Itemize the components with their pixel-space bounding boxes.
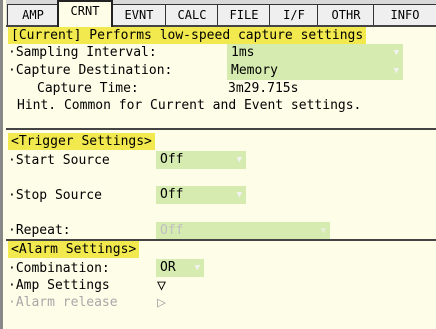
tab-amp[interactable]: AMP	[7, 4, 59, 25]
sampling-interval-select[interactable]: 1ms ▼	[227, 44, 403, 62]
capture-time-value: 3m29.715s	[228, 81, 299, 96]
dropdown-arrow-icon: ▼	[194, 263, 200, 273]
stop-source-label: ·Stop Source	[8, 188, 102, 203]
capture-time-label: Capture Time:	[37, 81, 139, 96]
start-source-select[interactable]: Off ▼	[156, 151, 246, 169]
dropdown-arrow-icon: ▼	[236, 190, 242, 200]
combination-value: OR	[160, 260, 176, 275]
stop-source-select[interactable]: Off ▼	[156, 186, 246, 204]
dropdown-arrow-icon: ▼	[393, 66, 399, 76]
tab-crnt[interactable]: CRNT	[57, 0, 113, 27]
hint-text: Hint. Common for Current and Event setti…	[17, 98, 362, 113]
sampling-interval-label: ·Sampling Interval:	[8, 45, 157, 60]
tab-bar: AMP CRNT EVNT CALC FILE I/F OTHR INFO	[6, 0, 436, 27]
triangle-down-icon[interactable]: ▽	[157, 278, 166, 293]
repeat-value: Off	[160, 223, 184, 238]
amp-settings-label: ·Amp Settings	[8, 278, 110, 293]
repeat-label: ·Repeat:	[8, 223, 71, 238]
dropdown-arrow-icon: ▼	[320, 226, 326, 236]
combination-select[interactable]: OR ▼	[156, 259, 204, 277]
repeat-select[interactable]: Off ▼	[156, 222, 330, 240]
dropdown-arrow-icon: ▼	[236, 155, 242, 165]
section-divider	[6, 128, 436, 130]
capture-destination-label: ·Capture Destination:	[8, 63, 173, 78]
dropdown-arrow-icon: ▼	[393, 48, 399, 58]
trigger-heading: <Trigger Settings>	[8, 133, 155, 150]
triangle-right-icon[interactable]: ▷	[157, 295, 166, 310]
start-source-value: Off	[160, 152, 184, 167]
tab-info[interactable]: INFO	[373, 4, 436, 25]
tab-othr[interactable]: OTHR	[317, 4, 375, 25]
alarm-heading: <Alarm Settings>	[8, 241, 140, 258]
tab-evnt[interactable]: EVNT	[111, 4, 167, 25]
current-heading: [Current] Performs low-speed capture set…	[8, 27, 367, 44]
capture-destination-select[interactable]: Memory ▼	[227, 62, 403, 80]
tab-calc[interactable]: CALC	[165, 4, 219, 25]
stop-source-value: Off	[160, 187, 184, 202]
tab-file[interactable]: FILE	[217, 4, 271, 25]
screen: AMP CRNT EVNT CALC FILE I/F OTHR INFO [C…	[0, 0, 436, 329]
start-source-label: ·Start Source	[8, 153, 110, 168]
combination-label: ·Combination:	[8, 261, 110, 276]
capture-destination-value: Memory	[231, 63, 278, 78]
tab-if[interactable]: I/F	[269, 4, 319, 25]
sampling-interval-value: 1ms	[231, 45, 255, 60]
alarm-release-label: ·Alarm release	[8, 295, 118, 310]
